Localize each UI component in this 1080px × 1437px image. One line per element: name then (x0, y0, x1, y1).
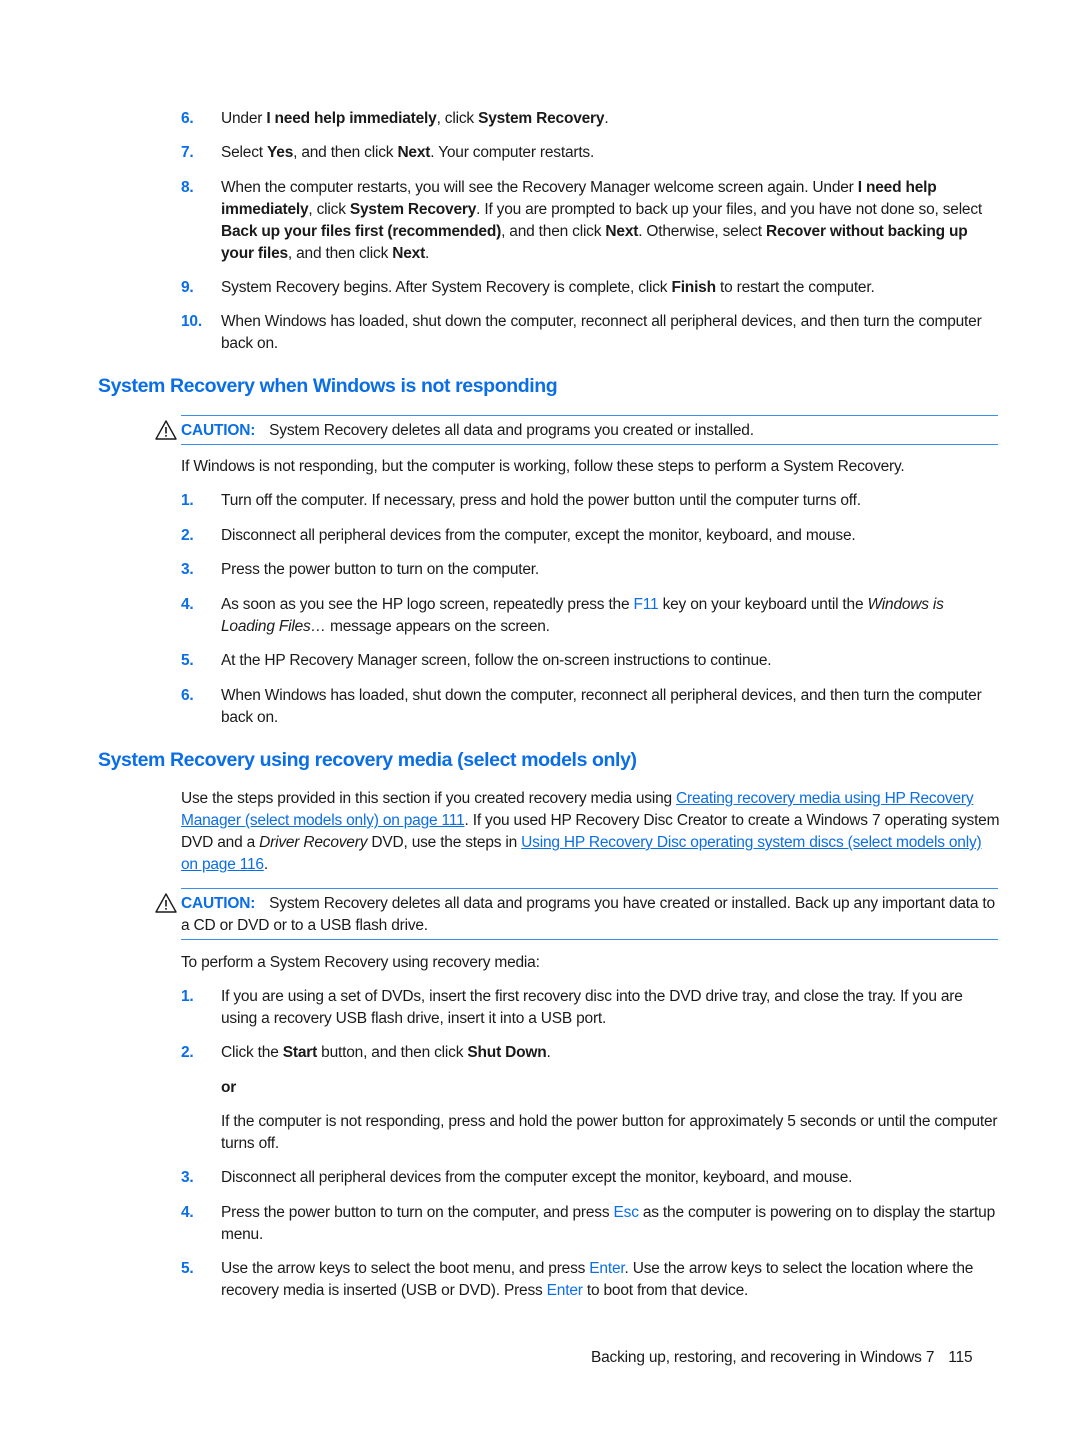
step-number: 1. (181, 988, 194, 1005)
step-text: Press the power button to turn on the co… (221, 1204, 995, 1243)
step-number: 4. (181, 596, 194, 613)
step-number: 6. (181, 110, 194, 127)
step-text: When Windows has loaded, shut down the c… (221, 313, 982, 352)
step-text: Use the arrow keys to select the boot me… (221, 1260, 974, 1299)
cross-reference-link[interactable]: Creating recovery media using HP Recover… (181, 790, 974, 829)
step-number: 2. (181, 1044, 194, 1061)
step-number: 5. (181, 652, 194, 669)
bold-term: Next (605, 223, 639, 240)
step-number: 9. (181, 279, 194, 296)
caution-text: System Recovery deletes all data and pro… (269, 422, 754, 439)
step-text: As soon as you see the HP logo screen, r… (221, 596, 944, 635)
step-text: System Recovery begins. After System Rec… (221, 279, 875, 296)
caution-box: CAUTION: System Recovery deletes all data… (155, 888, 998, 940)
intro-paragraph: If Windows is not responding, but the co… (181, 458, 905, 475)
step-number: 6. (181, 687, 194, 704)
section-heading: System Recovery using recovery media (se… (98, 749, 637, 771)
bold-term: Yes (267, 144, 294, 161)
step-text: Disconnect all peripheral devices from t… (221, 1169, 853, 1186)
bold-term: I need help immediately (221, 179, 937, 218)
italic-term: Windows is Loading Files… (221, 596, 944, 635)
step-text: Under I need help immediately, click Sys… (221, 110, 609, 127)
key-name: Enter (589, 1260, 625, 1277)
warning-icon (155, 893, 177, 913)
step-text: At the HP Recovery Manager screen, follo… (221, 652, 772, 669)
section-heading: System Recovery when Windows is not resp… (98, 375, 558, 397)
step-text: Select Yes, and then click Next. Your co… (221, 144, 595, 161)
caution-label: CAUTION: (181, 895, 256, 912)
step-text: Click the Start button, and then click S… (221, 1044, 551, 1061)
caution-text: System Recovery deletes all data and pro… (181, 895, 995, 934)
intro-paragraph: Use the steps provided in this section i… (181, 790, 1000, 873)
alt-instruction: If the computer is not responding, press… (221, 1113, 998, 1152)
step-text: When the computer restarts, you will see… (221, 179, 983, 262)
key-name: Enter (546, 1282, 583, 1299)
step-text: When Windows has loaded, shut down the c… (221, 687, 982, 726)
italic-term: Driver Recovery (259, 834, 368, 851)
bold-term: Shut Down (467, 1044, 547, 1061)
bold-term: Back up your files first (recommended) (221, 223, 502, 240)
step-number: 5. (181, 1260, 194, 1277)
step-number: 3. (181, 1169, 194, 1186)
bold-term: I need help immediately (266, 110, 437, 127)
step-text: Disconnect all peripheral devices from t… (221, 527, 856, 544)
step-text: Press the power button to turn on the co… (221, 561, 540, 578)
chapter-title: Backing up, restoring, and recovering in… (591, 1349, 935, 1366)
bold-term: Next (392, 245, 426, 262)
page-footer: Backing up, restoring, and recovering in… (591, 1349, 973, 1367)
step-text: Turn off the computer. If necessary, pre… (221, 492, 861, 509)
key-name: F11 (633, 596, 659, 613)
step-number: 7. (181, 144, 194, 161)
warning-icon (155, 420, 177, 440)
caution-box: CAUTION: System Recovery deletes all data… (155, 415, 998, 445)
page-number: 115 (948, 1349, 973, 1366)
lead-paragraph: To perform a System Recovery using recov… (181, 954, 540, 971)
step-number: 2. (181, 527, 194, 544)
or-label: or (221, 1079, 237, 1096)
step-number: 4. (181, 1204, 194, 1221)
step-number: 1. (181, 492, 194, 509)
bold-term: System Recovery (478, 110, 605, 127)
step-number: 3. (181, 561, 194, 578)
caution-label: CAUTION: (181, 422, 256, 439)
bold-term: System Recovery (349, 201, 477, 218)
key-name: Esc (613, 1204, 639, 1221)
step-number: 10. (181, 313, 202, 330)
bold-term: Next (397, 144, 431, 161)
step-text: If you are using a set of DVDs, insert t… (221, 988, 963, 1027)
bold-term: Start (282, 1044, 318, 1061)
bold-term: Finish (671, 279, 716, 296)
step-number: 8. (181, 179, 194, 196)
